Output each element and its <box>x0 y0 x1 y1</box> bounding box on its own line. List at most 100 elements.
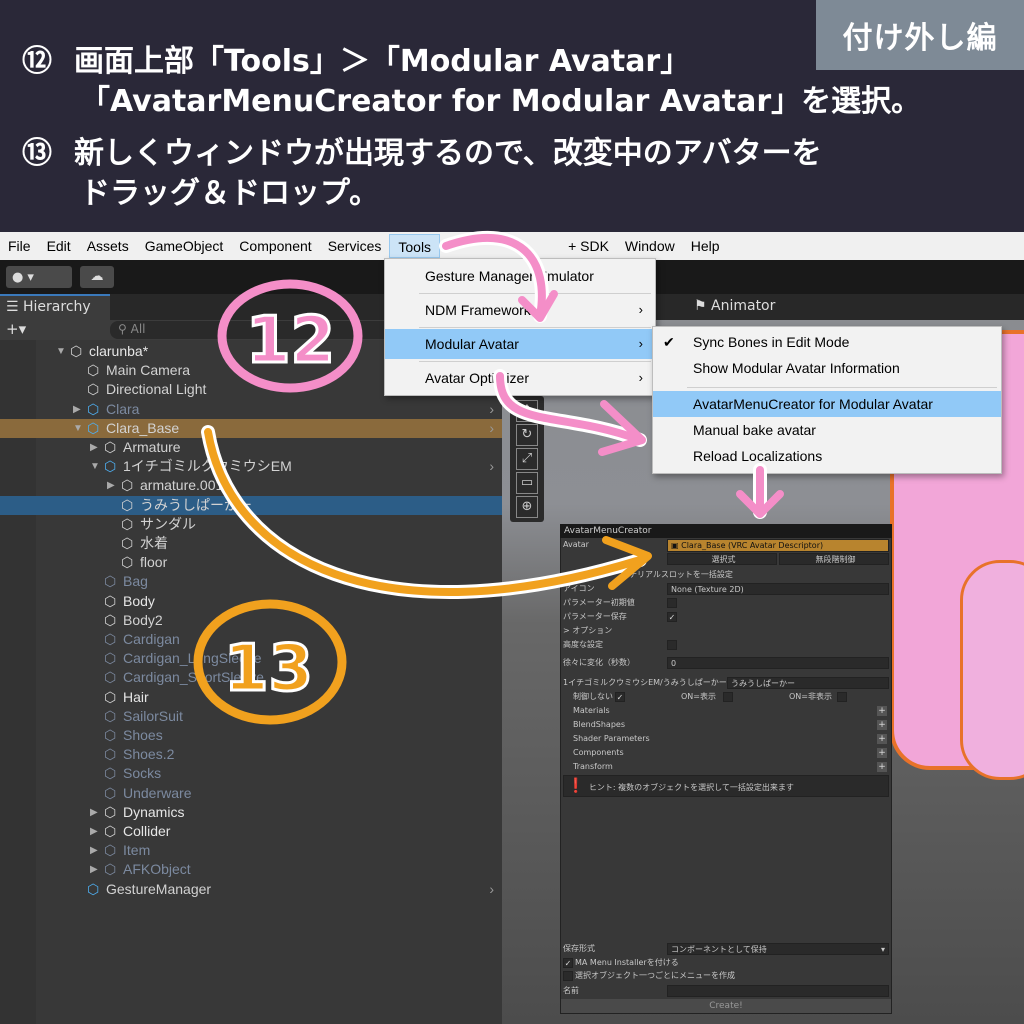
collapse-arrow-icon[interactable]: ▶ <box>90 438 98 457</box>
collapse-arrow-icon[interactable]: ▶ <box>107 476 115 495</box>
chevron-right-icon[interactable]: › <box>489 400 494 419</box>
hierarchy-row[interactable]: ⬡ 水着 <box>0 534 502 553</box>
expand-arrow-icon[interactable]: ▼ <box>73 419 83 438</box>
hierarchy-row[interactable]: ▶ ⬡ Dynamics <box>0 803 502 822</box>
menu-item-show-ma-info[interactable]: Show Modular Avatar Information <box>653 355 1001 381</box>
hierarchy-row[interactable]: ⬡ Underware <box>0 784 502 803</box>
menu-item-reload-localizations[interactable]: Reload Localizations <box>653 443 1001 469</box>
section-transform[interactable]: Transform <box>573 761 613 773</box>
param-saved-checkbox[interactable]: ✓ <box>667 612 677 622</box>
name-input[interactable] <box>667 985 889 997</box>
menu-help[interactable]: Help <box>683 234 728 258</box>
chevron-right-icon[interactable]: › <box>489 880 494 899</box>
avatar-field[interactable]: ▣ Clara_Base (VRC Avatar Descriptor) <box>667 539 889 552</box>
hierarchy-row[interactable]: ⬡ floor <box>0 553 502 572</box>
menu-hidden[interactable] <box>440 234 560 258</box>
menu-component[interactable]: Component <box>231 234 319 258</box>
hierarchy-row[interactable]: ⬡ うみうしぱーかー <box>0 495 502 515</box>
account-button[interactable]: ● ▾ <box>6 266 72 288</box>
advanced-checkbox[interactable] <box>667 640 677 650</box>
ma-installer-checkbox[interactable]: ✓ <box>563 958 573 968</box>
rotate-tool-icon[interactable]: ↻ <box>516 424 538 446</box>
section-components[interactable]: Components <box>573 747 624 759</box>
hierarchy-row[interactable]: ⬡ Shoes <box>0 726 502 745</box>
menu-window[interactable]: Window <box>617 234 683 258</box>
expand-arrow-icon[interactable]: ▼ <box>56 342 66 361</box>
menu-gameobject[interactable]: GameObject <box>137 234 232 258</box>
option-foldout[interactable]: > オプション <box>563 625 612 637</box>
hierarchy-row-label: Socks <box>123 765 162 782</box>
menu-item-sync-bones[interactable]: ✔ Sync Bones in Edit Mode <box>653 329 1001 355</box>
collapse-arrow-icon[interactable]: ▶ <box>90 822 98 841</box>
hierarchy-row[interactable]: ▶ ⬡ armature.001 <box>0 476 502 495</box>
menu-file[interactable]: File <box>0 234 39 258</box>
hierarchy-row[interactable]: ⬡ GestureManager › <box>0 880 502 899</box>
hierarchy-row[interactable]: ⬡ サンダル <box>0 515 502 534</box>
hierarchy-row[interactable]: ⬡ Body <box>0 592 502 611</box>
expand-arrow-icon[interactable]: ▼ <box>90 457 100 476</box>
collapse-arrow-icon[interactable]: ▶ <box>90 803 98 822</box>
chevron-right-icon[interactable]: › <box>489 457 494 476</box>
add-object-button[interactable]: +▾ <box>6 320 26 338</box>
hierarchy-row[interactable]: ⬡ Body2 <box>0 611 502 630</box>
hierarchy-row[interactable]: ▶ ⬡ Clara › <box>0 400 502 419</box>
menu-edit[interactable]: Edit <box>39 234 79 258</box>
menu-assets[interactable]: Assets <box>79 234 137 258</box>
cloud-button[interactable]: ☁ <box>80 266 114 288</box>
transform-tool-icon[interactable]: ⊕ <box>516 496 538 518</box>
hierarchy-row[interactable]: ▼ ⬡ 1イチゴミルクウミウシEM › <box>0 457 502 476</box>
on-show-checkbox[interactable] <box>723 692 733 702</box>
hierarchy-row[interactable]: ⬡ Cardigan <box>0 630 502 649</box>
add-transform-button[interactable]: + <box>877 762 887 772</box>
no-control-checkbox[interactable]: ✓ <box>615 692 625 702</box>
menu-services[interactable]: Services <box>320 234 390 258</box>
checkmark-icon: ✔ <box>663 334 675 350</box>
on-hide-checkbox[interactable] <box>837 692 847 702</box>
add-materials-button[interactable]: + <box>877 706 887 716</box>
menu-item-ndm-framework[interactable]: NDM Framework › <box>385 295 655 325</box>
hierarchy-row[interactable]: ⬡ Shoes.2 <box>0 745 502 764</box>
save-format-dropdown[interactable]: コンポーネントとして保持 ▾ <box>667 943 889 955</box>
hierarchy-row[interactable]: ⬡ Cardigan_LongSleeve <box>0 649 502 668</box>
add-blendshapes-button[interactable]: + <box>877 720 887 730</box>
hierarchy-row[interactable]: ▶ ⬡ Collider <box>0 822 502 841</box>
rect-tool-icon[interactable]: ▭ <box>516 472 538 494</box>
chevron-right-icon[interactable]: › <box>489 419 494 438</box>
hierarchy-row[interactable]: ⬡ Hair <box>0 688 502 707</box>
move-tool-icon[interactable]: ✥ <box>516 400 538 422</box>
menu-item-avatar-optimizer[interactable]: Avatar Optimizer › <box>385 363 655 393</box>
create-button[interactable]: Create! <box>561 999 891 1013</box>
collapse-arrow-icon[interactable]: ▶ <box>90 841 98 860</box>
hierarchy-row[interactable]: ▼ ⬡ Clara_Base › <box>0 418 502 438</box>
menu-tools[interactable]: Tools <box>389 234 441 258</box>
per-object-menu-checkbox[interactable] <box>563 971 573 981</box>
icon-field[interactable]: None (Texture 2D) <box>667 583 889 595</box>
add-components-button[interactable]: + <box>877 748 887 758</box>
fade-field[interactable]: 0 <box>667 657 889 669</box>
hierarchy-row[interactable]: ⬡ Socks <box>0 764 502 783</box>
section-blendshapes[interactable]: BlendShapes <box>573 719 625 731</box>
hierarchy-row[interactable]: ⬡ Bag <box>0 572 502 591</box>
add-shader-params-button[interactable]: + <box>877 734 887 744</box>
hierarchy-tab[interactable]: ☰ Hierarchy <box>0 294 110 320</box>
tab-animator[interactable]: ⚑ Animator <box>694 298 775 314</box>
collapse-arrow-icon[interactable]: ▶ <box>73 400 81 419</box>
hierarchy-row[interactable]: ▶ ⬡ Armature <box>0 438 502 457</box>
hierarchy-row[interactable]: ▶ ⬡ Item <box>0 841 502 860</box>
param-default-checkbox[interactable] <box>667 598 677 608</box>
object-field[interactable]: うみうしぱーかー <box>727 677 889 689</box>
menu-item-gesture-manager[interactable]: Gesture Manager Emulator <box>385 261 655 291</box>
menu-item-modular-avatar[interactable]: Modular Avatar › <box>385 329 655 359</box>
scale-tool-icon[interactable]: ⤢ <box>516 448 538 470</box>
hierarchy-row[interactable]: ⬡ Cardigan_ShortSleeve <box>0 668 502 687</box>
mode-unlimited-button[interactable]: 無段階制御 <box>779 553 889 565</box>
mode-select-button[interactable]: 選択式 <box>667 553 777 565</box>
hierarchy-row[interactable]: ▶ ⬡ AFKObject <box>0 860 502 879</box>
section-shader-params[interactable]: Shader Parameters <box>573 733 650 745</box>
hierarchy-row[interactable]: ⬡ SailorSuit <box>0 707 502 726</box>
section-materials[interactable]: Materials <box>573 705 610 717</box>
menu-item-avatar-menu-creator[interactable]: AvatarMenuCreator for Modular Avatar <box>653 391 1001 417</box>
menu-sdk[interactable]: + SDK <box>560 234 617 258</box>
menu-item-manual-bake[interactable]: Manual bake avatar <box>653 417 1001 443</box>
collapse-arrow-icon[interactable]: ▶ <box>90 860 98 879</box>
